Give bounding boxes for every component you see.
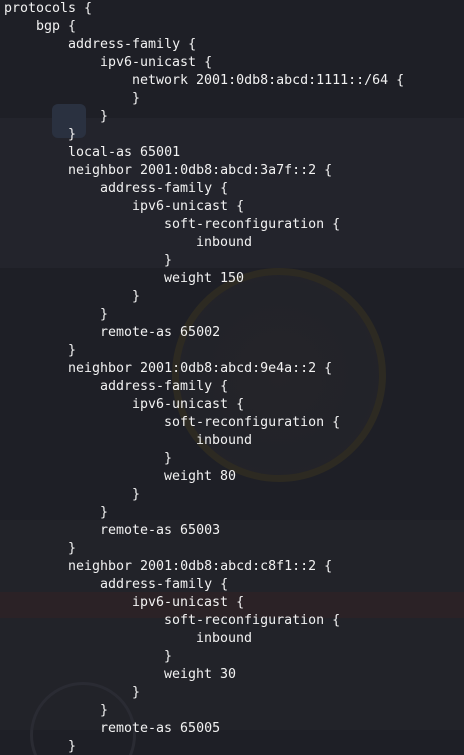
code-line: } (132, 685, 141, 700)
code-line: inbound (196, 433, 253, 448)
code-line: } (68, 541, 77, 556)
code-line: } (132, 91, 141, 106)
code-line: weight 30 (164, 667, 237, 682)
code-line: } (132, 487, 141, 502)
code-line: ipv6-unicast { (132, 397, 245, 412)
code-line: } (164, 253, 173, 268)
code-line: weight 80 (164, 469, 237, 484)
code-line: ipv6-unicast { (132, 595, 245, 610)
code-line: } (100, 703, 109, 718)
code-line: network 2001:0db8:abcd:1111::/64 { (132, 73, 405, 88)
code-line: } (164, 649, 173, 664)
code-line: soft-reconfiguration { (164, 415, 341, 430)
code-line: weight 150 (164, 271, 245, 286)
code-line: address-family { (100, 577, 229, 592)
code-line: neighbor 2001:0db8:abcd:c8f1::2 { (68, 559, 333, 574)
code-line: } (100, 505, 109, 520)
code-line: address-family { (100, 181, 229, 196)
code-line: } (164, 451, 173, 466)
terminal-window[interactable]: protocols { bgp { address-family { ipv6-uni… (0, 0, 464, 755)
code-line: } (100, 307, 109, 322)
code-line: remote-as 65002 (100, 325, 221, 340)
code-line: soft-reconfiguration { (164, 613, 341, 628)
code-line: protocols { (4, 1, 93, 16)
code-line: ipv6-unicast { (132, 199, 245, 214)
code-line: remote-as 65005 (100, 721, 221, 736)
code-line: } (68, 739, 77, 754)
code-line: bgp { (36, 19, 77, 34)
code-line: } (68, 127, 77, 142)
code-line: inbound (196, 631, 253, 646)
code-line: inbound (196, 235, 253, 250)
code-line: remote-as 65003 (100, 523, 221, 538)
code-line: } (100, 109, 109, 124)
code-line: address-family { (68, 37, 197, 52)
code-line: address-family { (100, 379, 229, 394)
code-line: } (132, 289, 141, 304)
code-line: soft-reconfiguration { (164, 217, 341, 232)
code-line: ipv6-unicast { (100, 55, 213, 70)
code-line: } (68, 343, 77, 358)
config-code-block: protocols { bgp { address-family { ipv6-uni… (0, 0, 404, 755)
code-line: local-as 65001 (68, 145, 181, 160)
code-line: neighbor 2001:0db8:abcd:9e4a::2 { (68, 361, 333, 376)
code-line: neighbor 2001:0db8:abcd:3a7f::2 { (68, 163, 333, 178)
